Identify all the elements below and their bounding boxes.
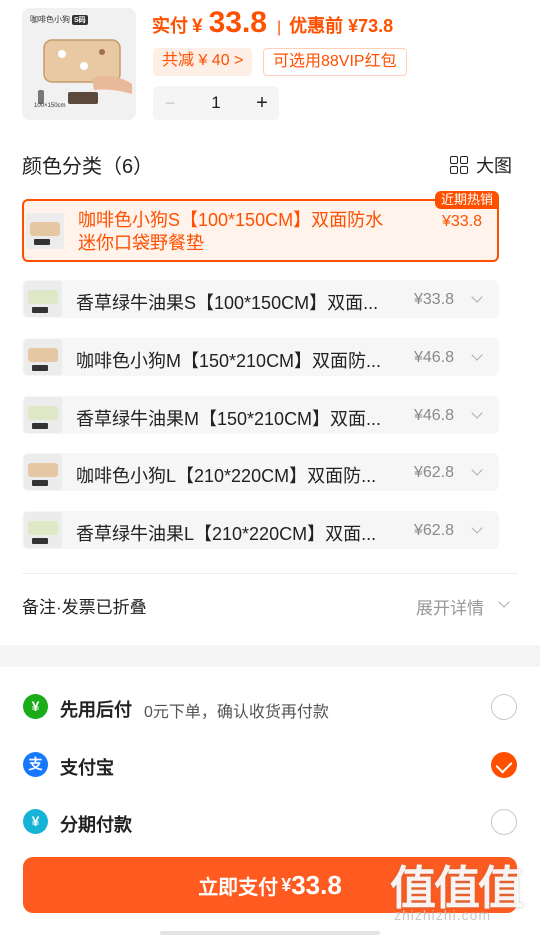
payment-name: 支付宝 [60, 758, 114, 778]
expand-details-link[interactable]: 展开详情 [416, 594, 484, 619]
order-header: 咖啡色小狗 S码 100×150cm 实付 ¥ 33.8 | 优惠前 ¥73.8 … [0, 0, 540, 130]
payment-description: 0元下单，确认收货再付款 [144, 704, 329, 721]
variant-label: 咖啡色小狗M【150*210CM】双面防... [76, 351, 382, 371]
pay-now-amount: 33.8 [291, 869, 342, 900]
chevron-down-icon[interactable] [471, 464, 483, 476]
home-indicator [160, 931, 380, 935]
quantity-stepper: − 1 + [153, 86, 279, 120]
chevron-down-icon[interactable] [471, 349, 483, 361]
section-gap [0, 645, 540, 667]
paid-label: 实付 [152, 16, 188, 36]
quantity-value[interactable]: 1 [187, 93, 245, 113]
variant-label: 香草绿牛油果L【210*220CM】双面... [76, 524, 377, 544]
variant-section-title: 颜色分类（6） [22, 156, 154, 178]
variant-thumbnail [24, 397, 62, 433]
currency-symbol: ¥ [192, 16, 203, 37]
payment-radio-checked[interactable] [491, 752, 517, 778]
payment-option-alipay[interactable]: 支 支付宝 [0, 744, 540, 784]
pay-now-currency: ¥ [281, 874, 292, 895]
variant-thumbnail [24, 339, 62, 375]
payment-name: 分期付款 [60, 815, 132, 835]
divider [22, 573, 518, 574]
installment-icon: ¥ [23, 809, 48, 834]
price-separator: | [276, 19, 282, 36]
big-view-label: 大图 [476, 156, 512, 176]
paylater-icon: ¥ [23, 694, 48, 719]
paid-amount: 33.8 [208, 6, 267, 39]
variant-option-3[interactable]: 香草绿牛油果M【150*210CM】双面... ¥46.8 [22, 396, 499, 434]
payment-radio[interactable] [491, 809, 517, 835]
variant-label-line2: 迷你口袋野餐垫 [78, 233, 204, 253]
variant-option-1[interactable]: 香草绿牛油果S【100*150CM】双面... ¥33.8 [22, 280, 499, 318]
payment-option-installment[interactable]: ¥ 分期付款 [0, 801, 540, 841]
variant-label: 咖啡色小狗S【100*150CM】双面防水 [78, 210, 384, 230]
grid-view-icon [450, 156, 468, 174]
product-image-brand: 咖啡色小狗 S码 [30, 15, 88, 25]
chevron-down-icon[interactable] [471, 522, 483, 534]
payment-radio[interactable] [491, 694, 517, 720]
variant-price: ¥62.8 [414, 464, 455, 481]
variant-option-5[interactable]: 香草绿牛油果L【210*220CM】双面... ¥62.8 [22, 511, 499, 549]
payment-name: 先用后付 [60, 700, 132, 720]
payment-option-paylater[interactable]: ¥ 先用后付 0元下单，确认收货再付款 [0, 686, 540, 726]
variant-price: ¥62.8 [414, 522, 455, 539]
variant-price: ¥46.8 [414, 407, 455, 424]
variant-label: 咖啡色小狗L【210*220CM】双面防... [76, 466, 377, 486]
quantity-minus-button[interactable]: − [153, 93, 187, 114]
discount-tag[interactable]: 共减 ¥ 40 > [153, 48, 253, 76]
big-view-toggle[interactable]: 大图 [450, 152, 512, 178]
variant-label: 香草绿牛油果M【150*210CM】双面... [76, 409, 382, 429]
variant-option-2[interactable]: 咖啡色小狗M【150*210CM】双面防... ¥46.8 [22, 338, 499, 376]
chevron-down-icon[interactable] [471, 407, 483, 419]
variant-thumbnail [24, 454, 62, 490]
price-line: 实付 ¥ 33.8 | 优惠前 ¥73.8 [152, 6, 393, 42]
original-price: 优惠前 ¥73.8 [289, 16, 394, 36]
alipay-icon: 支 [23, 752, 48, 777]
variant-price: ¥46.8 [414, 349, 455, 366]
vip-redpacket-tag[interactable]: 可选用88VIP红包 [263, 48, 407, 76]
hot-sale-badge: 近期热销 [434, 191, 499, 209]
variant-price: ¥33.8 [442, 213, 483, 230]
product-image-size: 100×150cm [34, 103, 66, 109]
quantity-plus-button[interactable]: + [245, 92, 279, 115]
variant-label: 香草绿牛油果S【100*150CM】双面... [76, 293, 379, 313]
remark-invoice-label: 备注·发票已折叠 [22, 598, 147, 617]
product-thumbnail[interactable]: 咖啡色小狗 S码 100×150cm [22, 8, 136, 120]
chevron-down-icon[interactable] [471, 291, 483, 303]
variant-thumbnail [26, 212, 64, 249]
variant-price: ¥33.8 [414, 291, 455, 308]
variant-thumbnail [24, 281, 62, 317]
variant-thumbnail [24, 512, 62, 548]
variant-option-0[interactable]: 近期热销 咖啡色小狗S【100*150CM】双面防水 迷你口袋野餐垫 ¥33.8 [22, 191, 499, 262]
variant-option-4[interactable]: 咖啡色小狗L【210*220CM】双面防... ¥62.8 [22, 453, 499, 491]
pay-now-label: 立即支付 [198, 876, 279, 899]
chevron-down-icon[interactable] [498, 596, 510, 608]
site-watermark-url: zhizhizhi.com [394, 907, 492, 923]
